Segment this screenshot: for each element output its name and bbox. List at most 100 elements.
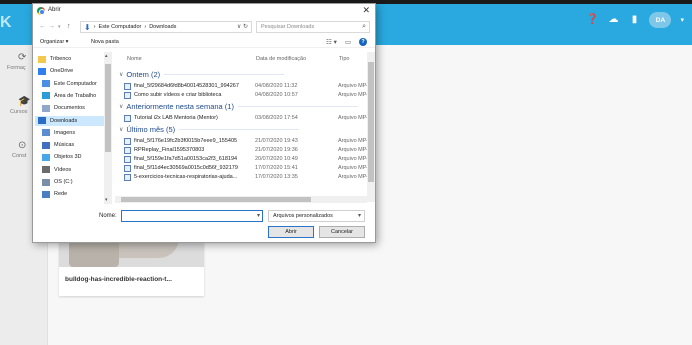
sidebar-item-label: Área de Trabalho bbox=[54, 92, 97, 99]
play-icon: ⊙ bbox=[18, 140, 27, 151]
navigation-scrollbar[interactable]: ▴ ▾ bbox=[104, 52, 112, 204]
address-bar[interactable]: ⬇ › Este Computador › Downloads ∨ ↻ bbox=[80, 21, 252, 33]
search-icon: ⌕ bbox=[362, 23, 366, 30]
file-type: Arquivo MP4 bbox=[338, 156, 370, 162]
file-date: 03/08/2020 17:54 bbox=[255, 115, 298, 121]
file-type: Arquivo MP4 bbox=[338, 147, 370, 153]
sidebar-item-label: Documentos bbox=[54, 105, 85, 112]
column-header-name[interactable]: Nome bbox=[127, 56, 142, 62]
video-file-icon bbox=[124, 174, 131, 181]
images-icon bbox=[42, 129, 50, 137]
file-type-select[interactable]: Arquivos personalizados ▾ bbox=[268, 210, 365, 222]
graduation-icon: 🎓 bbox=[18, 96, 31, 107]
column-header-type[interactable]: Tipo bbox=[339, 56, 350, 62]
file-list: Nome Data de modificação Tipo ∨ Ontem (2)… bbox=[115, 52, 373, 202]
sidebar-item-label: OneDrive bbox=[50, 68, 74, 75]
search-placeholder: Pesquisar Downloads bbox=[261, 24, 315, 30]
file-group-header[interactable]: ∨ Ontem (2) bbox=[119, 70, 285, 79]
file-row[interactable]: Como subir vídeos e criar biblioteca 04/0… bbox=[124, 91, 370, 100]
sidebar-item[interactable]: Imagens bbox=[42, 128, 75, 138]
file-type: Arquivo MP4 bbox=[338, 92, 370, 98]
video-file-icon bbox=[124, 165, 131, 172]
collapse-icon[interactable]: ∨ bbox=[119, 126, 123, 133]
file-date: 04/08/2020 11:32 bbox=[255, 83, 298, 89]
avatar[interactable]: DA bbox=[649, 12, 672, 28]
breadcrumb-este-computador[interactable]: Este Computador bbox=[99, 24, 142, 30]
chevron-down-icon[interactable]: ▾ bbox=[358, 211, 361, 221]
horizontal-scrollbar[interactable] bbox=[115, 196, 367, 203]
file-row[interactable]: final_5f29684d6fd8b40014528301_994267 04/… bbox=[124, 82, 370, 91]
navigation-pane: Tribenco OneDrive Este Computador Área de T… bbox=[34, 52, 114, 202]
sidebar-item[interactable]: Tribenco bbox=[38, 54, 71, 64]
file-type: Arquivo MP4 bbox=[338, 138, 370, 144]
sidebar-item-label: Objetos 3D bbox=[54, 154, 82, 161]
file-group-label: Anteriormente nesta semana (1) bbox=[126, 102, 234, 111]
forward-icon[interactable]: → bbox=[48, 23, 55, 30]
file-group-header[interactable]: ∨ Anteriormente nesta semana (1) bbox=[119, 102, 358, 111]
chrome-icon bbox=[37, 7, 45, 15]
organize-button[interactable]: Organizar ▾ bbox=[40, 39, 68, 45]
downloads-folder-icon: ⬇ bbox=[84, 22, 91, 32]
sidebar-item-label: Músicas bbox=[54, 142, 75, 149]
header-actions: ❓ ☁ ▮ DA ▾ bbox=[586, 12, 692, 28]
sidebar-item[interactable]: Este Computador bbox=[42, 79, 97, 89]
column-header-date[interactable]: Data de modificação bbox=[256, 56, 306, 62]
view-options-icon[interactable]: ☷ ▾ bbox=[326, 38, 337, 46]
sidebar-item-label: Este Computador bbox=[54, 80, 97, 87]
file-row[interactable]: 5-exercicios-tecnicas-respiratorias-ajud… bbox=[124, 173, 370, 182]
file-date: 20/07/2020 10:49 bbox=[255, 156, 298, 162]
sidebar-item[interactable]: Objetos 3D bbox=[42, 152, 82, 162]
file-date: 17/07/2020 15:41 bbox=[255, 165, 298, 171]
file-group-header[interactable]: ∨ Último mês (5) bbox=[119, 125, 300, 134]
video-file-icon bbox=[124, 138, 131, 145]
chevron-down-icon[interactable]: ▾ bbox=[680, 16, 684, 24]
collapse-icon[interactable]: ∨ bbox=[119, 103, 123, 110]
preview-pane-icon[interactable]: ▭ bbox=[345, 38, 351, 46]
file-row[interactable]: final_5f176e19fc2b3f0015b7eee9_155405 21/… bbox=[124, 137, 370, 146]
help-icon[interactable]: ❓ bbox=[586, 14, 598, 26]
file-row[interactable]: final_5f159e1fa7d51a00153ca2f3_618194 20/… bbox=[124, 155, 370, 164]
file-row[interactable]: RPReplay_Final1595370803 21/07/2020 19:36… bbox=[124, 146, 370, 155]
sidebar-item-label: Rede bbox=[54, 191, 68, 198]
sidebar-item[interactable]: OS (C:) bbox=[42, 177, 73, 187]
close-icon[interactable]: ✕ bbox=[362, 5, 370, 16]
new-folder-button[interactable]: Nova pasta bbox=[91, 39, 119, 45]
open-file-dialog: Abrir ✕ ← → ▾ ↑ ⬇ › Este Computador › Do… bbox=[32, 3, 376, 243]
cancel-button[interactable]: Cancelar bbox=[319, 226, 365, 238]
video-title[interactable]: bulldog-has-incredible-reaction-t... bbox=[65, 276, 172, 283]
file-row[interactable]: Tutorial i2x LAB Mentoria (Mentor) 03/08/… bbox=[124, 114, 370, 123]
sidebar-item[interactable]: Músicas bbox=[42, 140, 74, 150]
filename-input[interactable]: ▾ bbox=[121, 210, 263, 222]
sidebar-item-label: Vídeos bbox=[54, 166, 72, 173]
file-name: final_5f159e1fa7d51a00153ca2f3_618194 bbox=[134, 156, 238, 162]
refresh-icon[interactable]: ∨ ↻ bbox=[237, 23, 248, 30]
breadcrumb-downloads[interactable]: Downloads bbox=[149, 24, 176, 30]
recent-chevron-icon[interactable]: ▾ bbox=[58, 24, 61, 30]
file-list-scrollbar[interactable] bbox=[367, 52, 375, 202]
file-type: Arquivo MP4 bbox=[338, 174, 370, 180]
up-icon[interactable]: ↑ bbox=[67, 23, 71, 30]
collapse-icon[interactable]: ∨ bbox=[119, 71, 123, 78]
file-group-label: Último mês (5) bbox=[126, 125, 176, 134]
file-row[interactable]: final_5f11d4ec30569a0015c0d56f_932179 17/… bbox=[124, 164, 370, 173]
file-name: Tutorial i2x LAB Mentoria (Mentor) bbox=[134, 115, 218, 121]
dialog-toolbar: Organizar ▾ Nova pasta ☷ ▾ ▭ ? bbox=[33, 36, 375, 48]
sidebar-item[interactable]: Documentos bbox=[42, 103, 85, 113]
sidebar-item[interactable]: Vídeos bbox=[42, 165, 71, 175]
sidebar-item[interactable]: Rede bbox=[42, 189, 67, 199]
music-icon bbox=[42, 141, 50, 149]
back-icon[interactable]: ← bbox=[39, 23, 46, 30]
open-button[interactable]: Abrir bbox=[268, 226, 314, 238]
dialog-footer: Nome: ▾ Arquivos personalizados ▾ Abrir … bbox=[33, 204, 375, 242]
notifications-icon[interactable]: ▮ bbox=[628, 14, 640, 26]
sidebar-item[interactable]: OneDrive bbox=[38, 66, 73, 76]
chevron-down-icon[interactable]: ▾ bbox=[257, 212, 260, 219]
video-file-icon bbox=[124, 156, 131, 163]
sidebar-item[interactable]: Área de Trabalho bbox=[42, 91, 96, 101]
sidebar-item[interactable]: Downloads bbox=[35, 115, 105, 126]
documents-icon bbox=[42, 104, 50, 112]
help-icon[interactable]: ? bbox=[359, 38, 367, 46]
search-input[interactable]: Pesquisar Downloads ⌕ bbox=[256, 21, 370, 33]
file-name: final_5f11d4ec30569a0015c0d56f_932179 bbox=[134, 165, 238, 171]
cloud-upload-icon[interactable]: ☁ bbox=[607, 14, 619, 26]
